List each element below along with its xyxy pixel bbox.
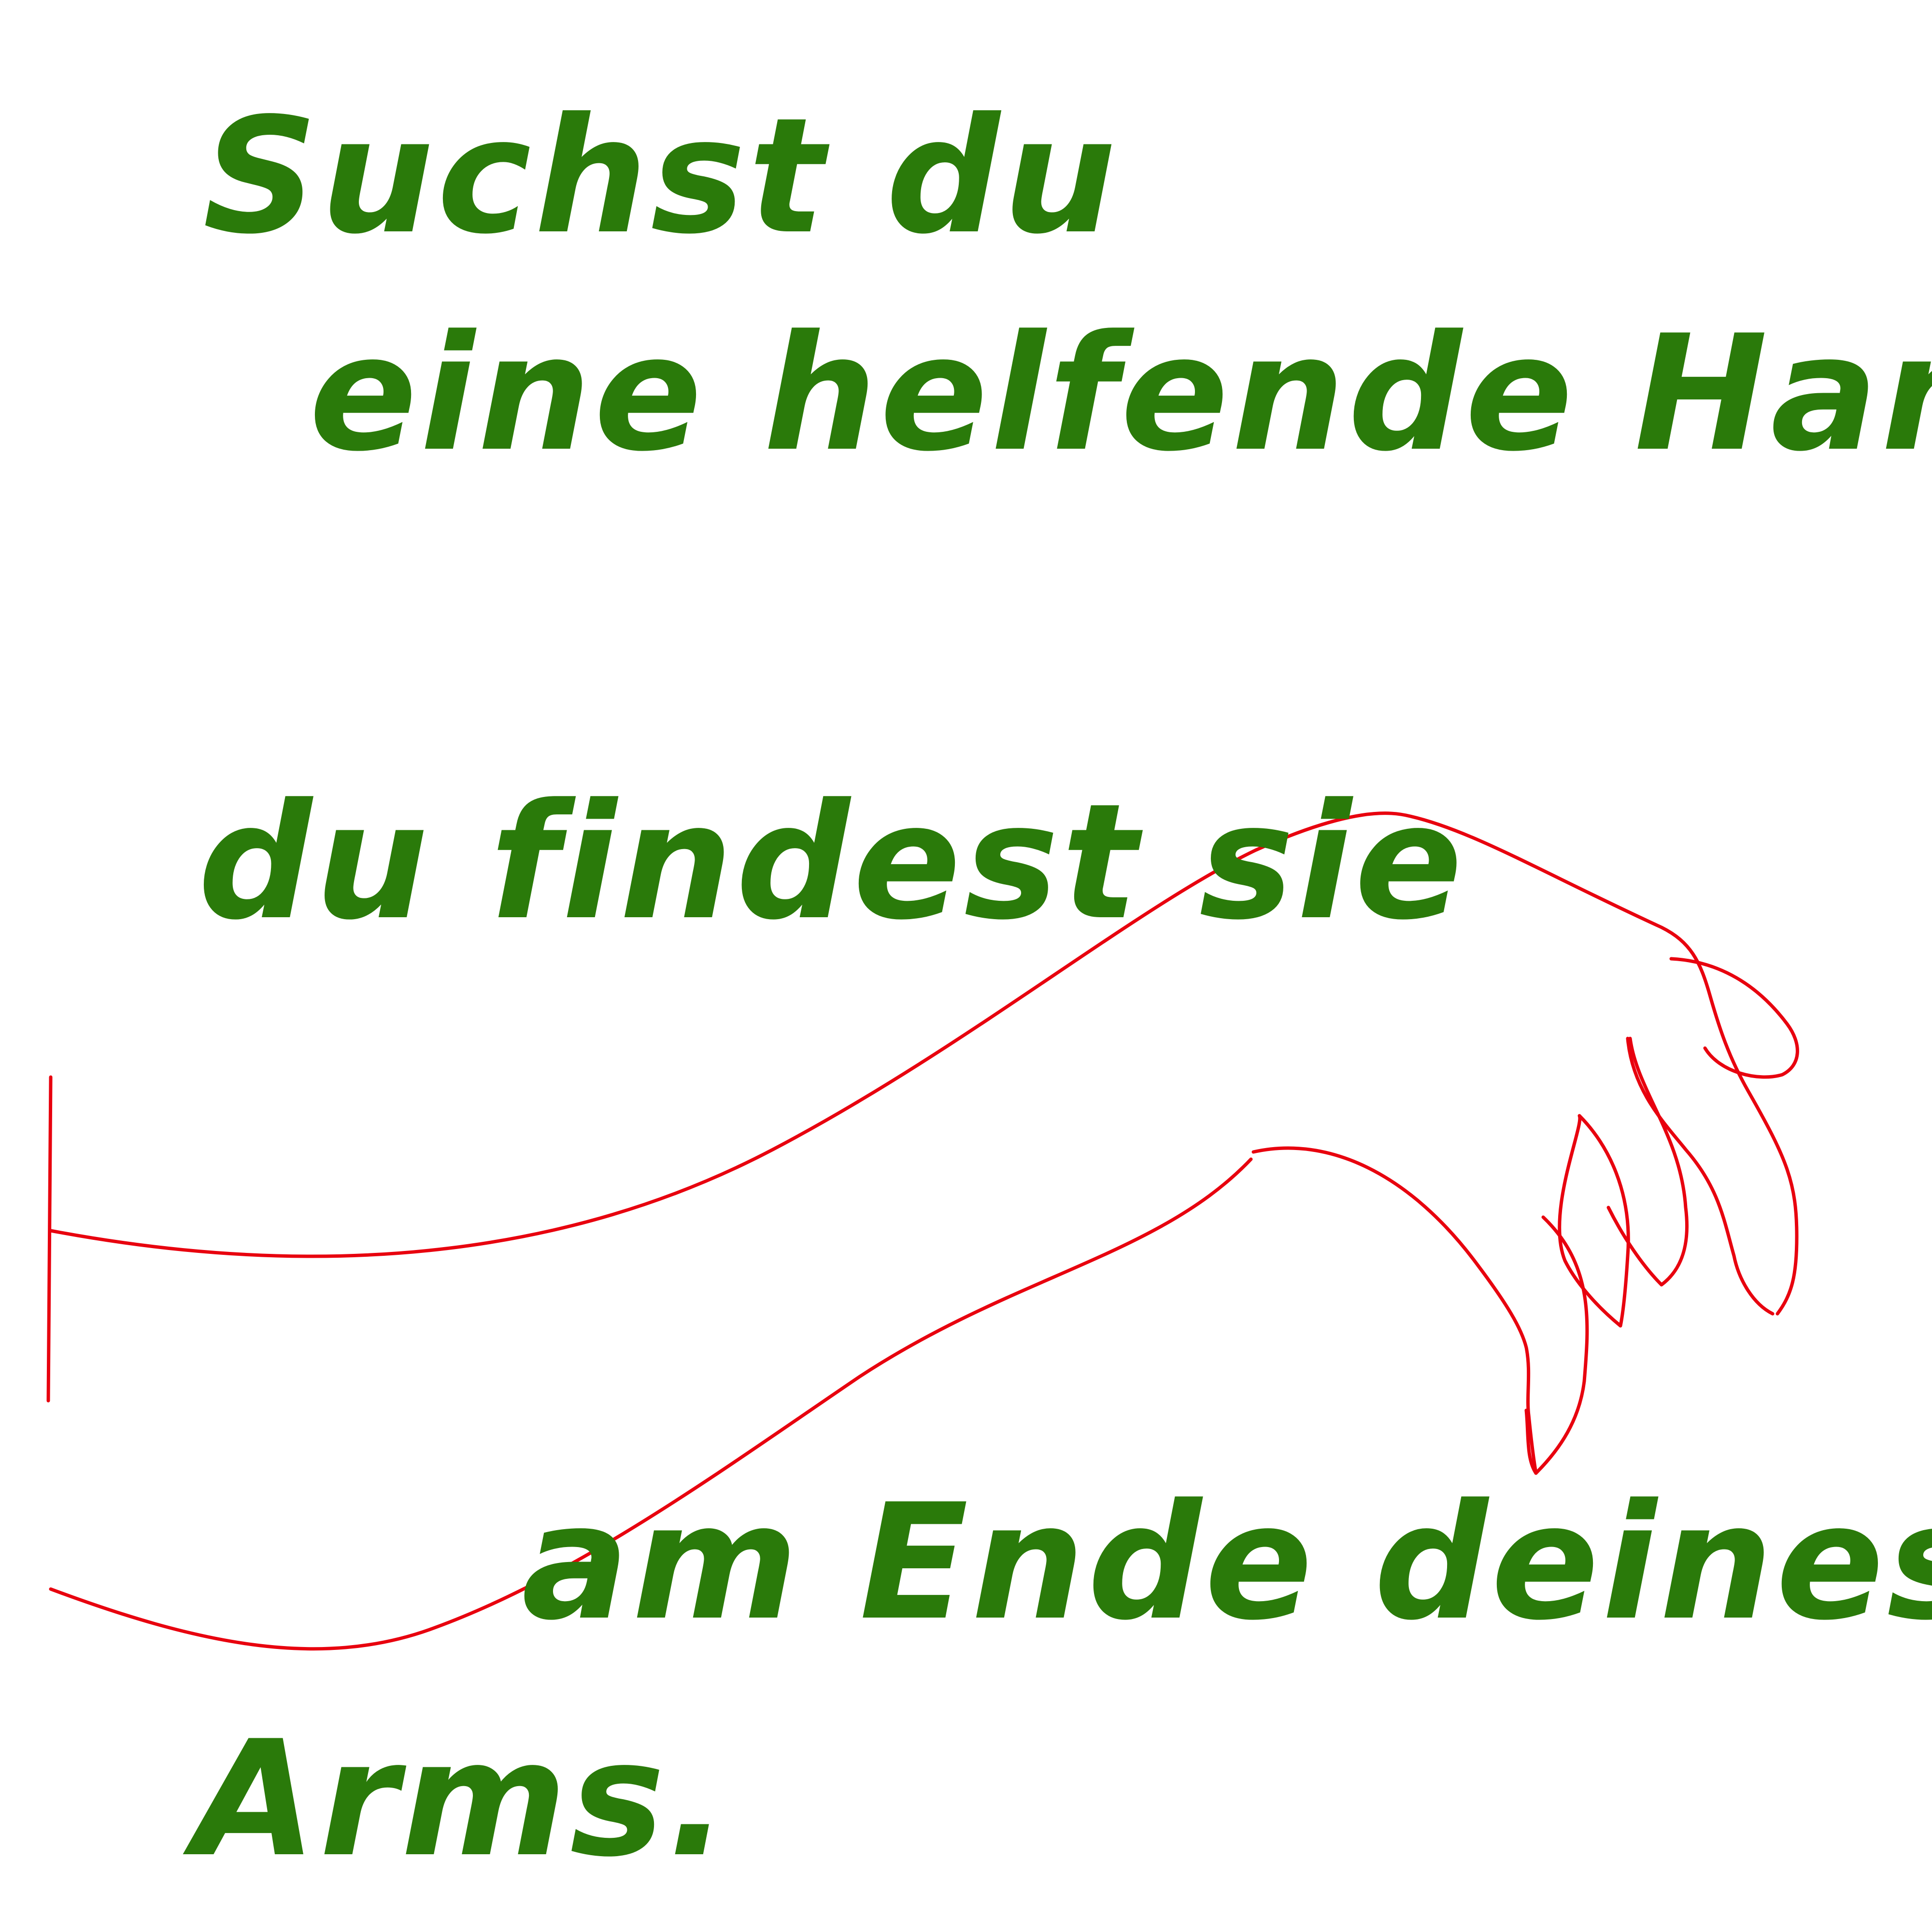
hand-finger-4-outline xyxy=(1524,1215,1589,1475)
hand-thumb-outline xyxy=(1669,957,1799,1079)
quote-line-1: Suchst du xyxy=(203,84,1120,269)
quote-line-3: du findest sie xyxy=(198,769,1466,955)
poster-canvas: Suchst du eine helfende Hand, du findest… xyxy=(0,0,1932,1932)
hand-finger-3-outline xyxy=(1558,1114,1630,1328)
arm-left-edge-line xyxy=(46,1075,53,1403)
quote-line-2: eine helfende Hand, xyxy=(309,301,1932,486)
quote-line-4: am Ende deines xyxy=(522,1470,1932,1655)
quote-line-5: Arms. xyxy=(193,1706,731,1892)
hand-finger-2-outline xyxy=(1606,1037,1689,1287)
arm-wrist-underside-outline xyxy=(1251,1146,1538,1475)
